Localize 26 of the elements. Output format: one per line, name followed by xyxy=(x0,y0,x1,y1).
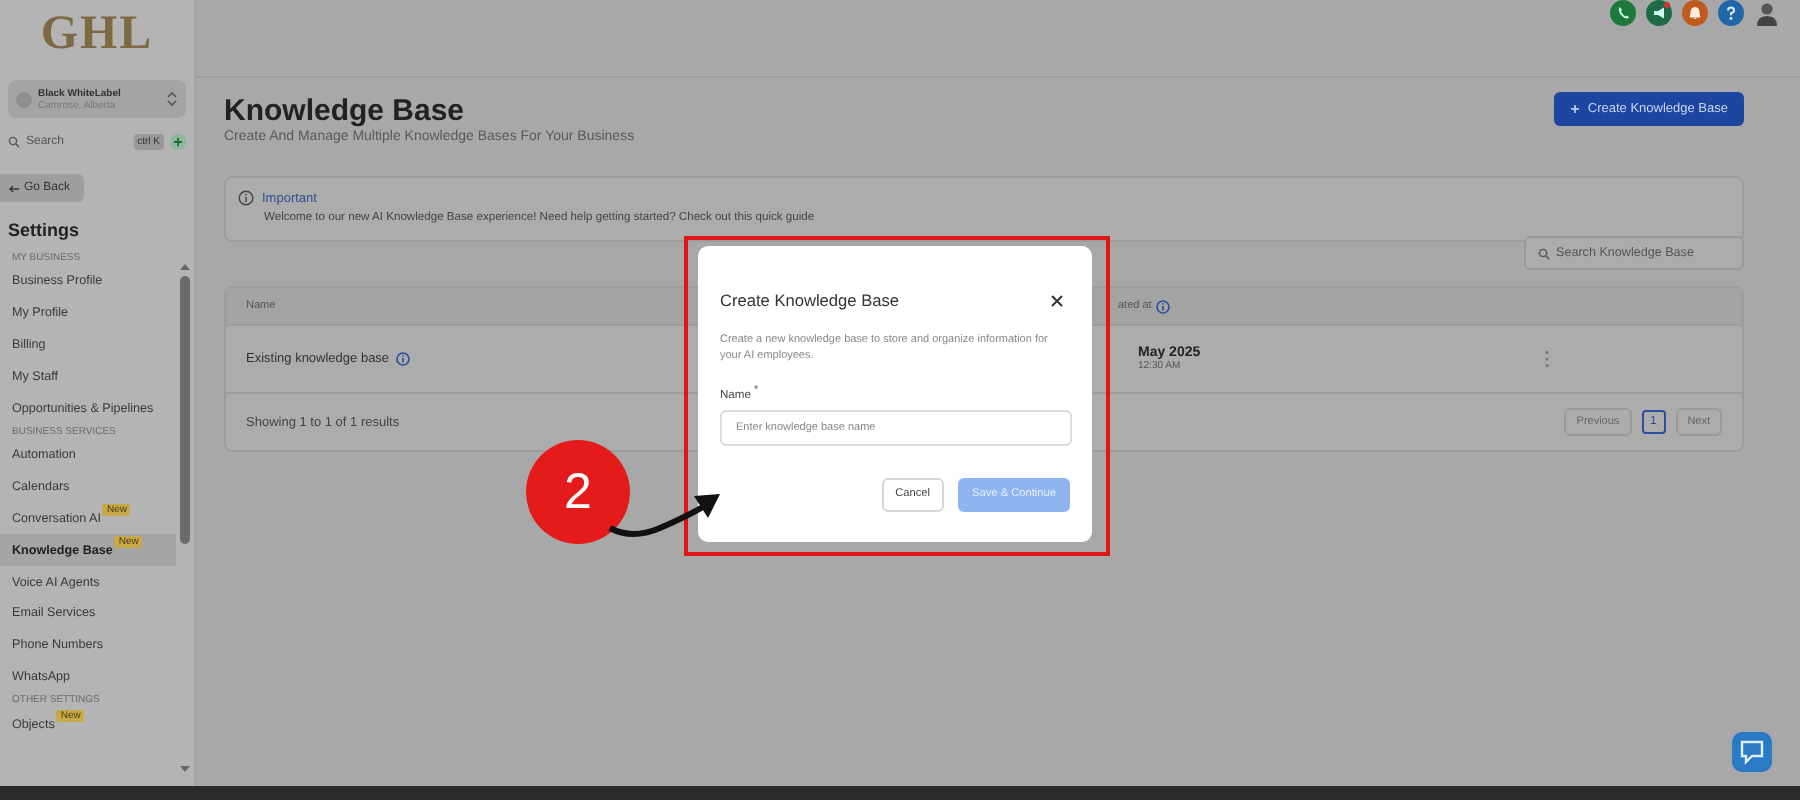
avatar-icon[interactable] xyxy=(1754,0,1780,26)
info-icon xyxy=(238,190,254,206)
page-title: Knowledge Base xyxy=(224,94,467,128)
curved-arrow xyxy=(608,494,720,537)
back-arrow-icon xyxy=(8,183,20,193)
info-icon[interactable] xyxy=(395,352,410,366)
close-icon[interactable] xyxy=(1050,293,1064,307)
bell-icon[interactable] xyxy=(1682,0,1708,26)
scroll-up-icon[interactable] xyxy=(178,262,192,272)
chat-widget-icon[interactable] xyxy=(1732,732,1772,772)
megaphone-icon[interactable] xyxy=(1646,0,1672,26)
plus-icon xyxy=(1569,104,1580,114)
help-icon[interactable] xyxy=(1718,0,1744,26)
search-icon xyxy=(8,136,20,148)
scrollbar-thumb[interactable] xyxy=(180,276,190,544)
search-icon xyxy=(1538,247,1550,259)
more-icon[interactable] xyxy=(1544,350,1550,368)
step-number-badge: 2 xyxy=(526,440,630,544)
add-icon[interactable] xyxy=(170,134,186,150)
scroll-down-icon[interactable] xyxy=(178,764,192,774)
settings-heading: Settings xyxy=(8,220,82,240)
phone-icon[interactable] xyxy=(1610,0,1636,26)
logo: GHL xyxy=(38,6,156,64)
info-icon[interactable] xyxy=(1155,299,1170,313)
dialog-title: Create Knowledge Base xyxy=(720,290,899,310)
chevron-icon xyxy=(166,90,178,108)
